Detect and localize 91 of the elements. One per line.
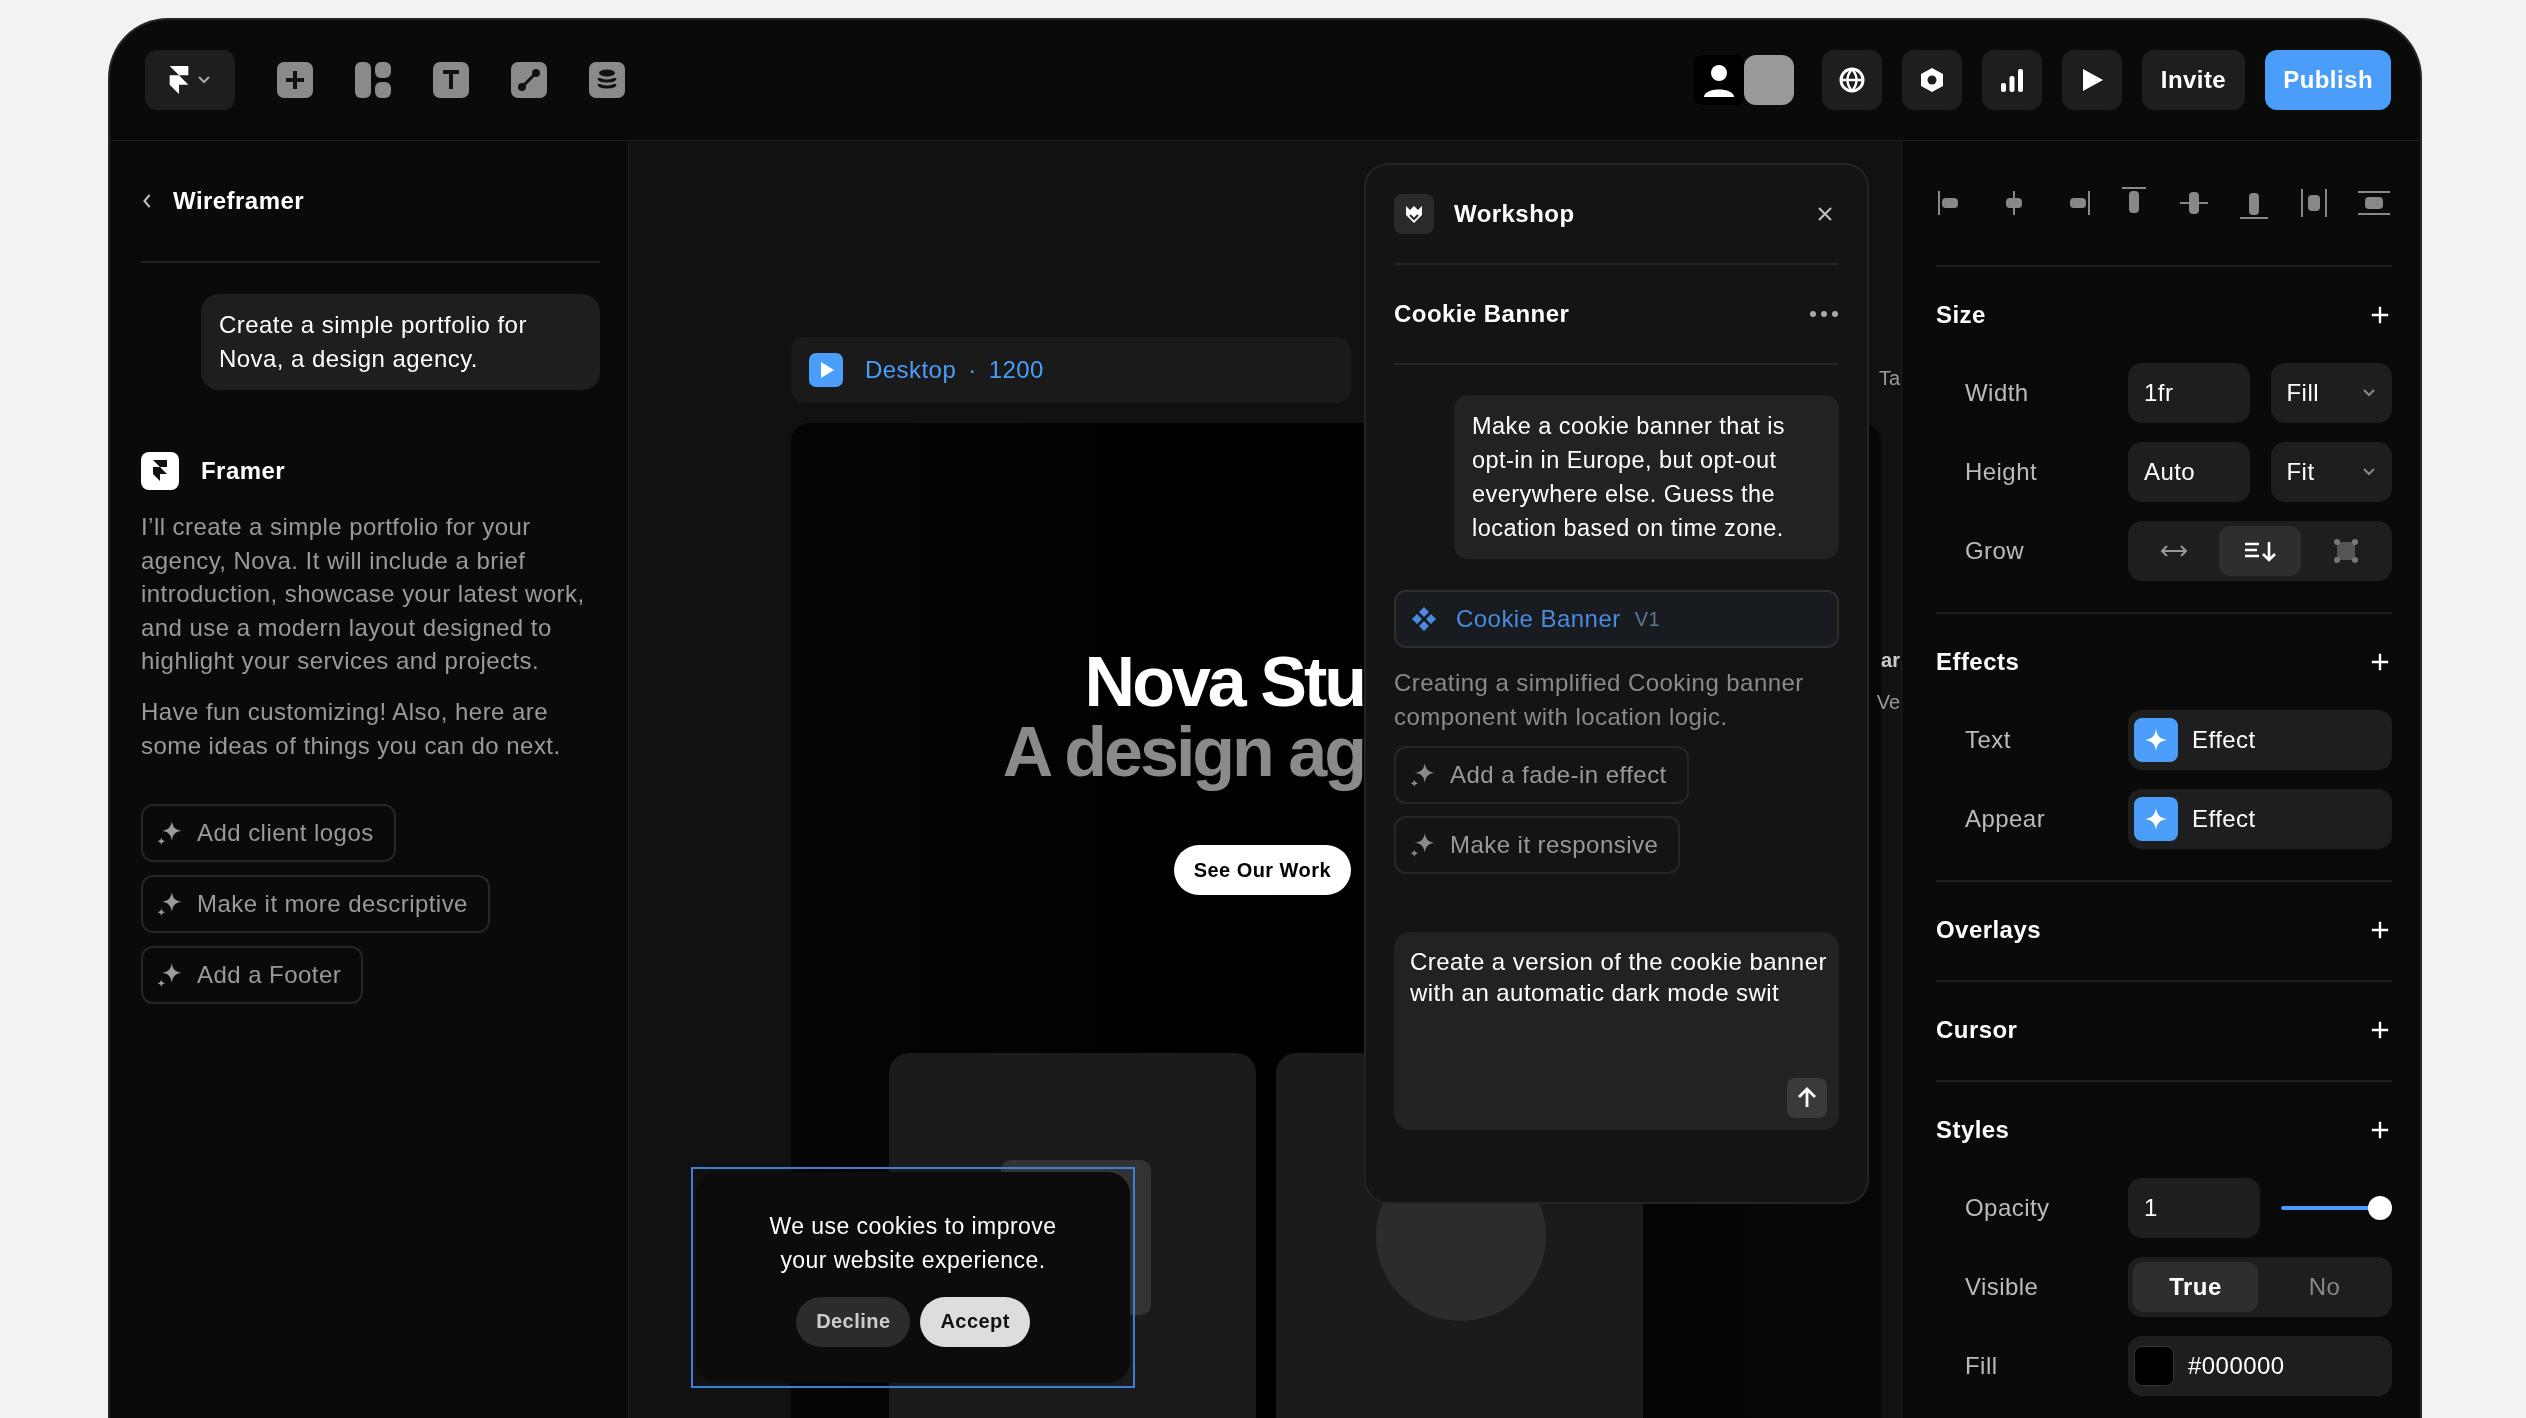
grow-option[interactable] [2219, 526, 2301, 576]
property-label: Visible [1964, 1273, 2040, 1301]
property-label: Opacity [1964, 1194, 2051, 1222]
text-icon[interactable] [433, 62, 469, 98]
select-dropdown[interactable]: Fill [2270, 363, 2392, 423]
see-our-work-button[interactable]: See Our Work [1173, 845, 1351, 895]
chevron-down-icon [2362, 467, 2376, 477]
database-icon[interactable] [589, 62, 625, 98]
add-icon[interactable] [2370, 652, 2390, 672]
segment-option[interactable]: True [2133, 1262, 2258, 1312]
suggestion-chip[interactable]: Make it more descriptive [141, 875, 490, 934]
color-field[interactable]: #000000 [2128, 1336, 2392, 1396]
more-icon[interactable] [1809, 310, 1839, 318]
clipped-label: Ve [1876, 691, 1900, 714]
framer-logo-icon [141, 452, 179, 490]
framer-logo-icon [169, 66, 189, 94]
horizontal-arrows-icon [2159, 543, 2189, 559]
suggestion-chip[interactable]: Add a fade-in effect [1394, 746, 1689, 804]
section-title: Size [1936, 301, 1986, 329]
assistant-message: I’ll create a simple portfolio for your agency, Nova. It will include a brief introduction, showcase your latest work, and use a modern layout designed to highlight your services and projects. [141, 512, 586, 677]
add-icon[interactable] [2370, 1020, 2390, 1040]
component-icon [1410, 605, 1438, 633]
effect-field[interactable]: Effect [2128, 789, 2392, 849]
sparkle-icon [1410, 762, 1436, 788]
decline-button[interactable]: Decline [796, 1296, 911, 1347]
sparkle-icon [2134, 797, 2178, 841]
property-label: Grow [1964, 537, 2026, 565]
section-title: Overlays [1936, 916, 2041, 944]
section-title: Styles [1936, 1116, 2010, 1144]
value-field[interactable]: Auto [2128, 442, 2250, 502]
property-label: Fill [1964, 1352, 1999, 1380]
accept-button[interactable]: Accept [920, 1296, 1030, 1347]
breakpoint-bar[interactable]: Desktop · 1200 [791, 337, 1351, 403]
sparkle-icon [157, 820, 183, 847]
property-label: Appear [1964, 805, 2047, 833]
clipped-label: ar [1881, 649, 1900, 672]
add-icon[interactable] [2370, 920, 2390, 940]
section-title: Effects [1936, 648, 2020, 676]
add-icon[interactable] [2370, 305, 2390, 325]
globe-button[interactable] [1821, 50, 1882, 110]
play-icon [809, 353, 843, 387]
chevron-down-icon [2362, 388, 2376, 398]
effect-field[interactable]: Effect [2128, 710, 2392, 770]
property-label: Text [1964, 726, 2012, 754]
play-button[interactable] [2061, 50, 2122, 110]
user-avatar-icon[interactable] [1693, 55, 1744, 105]
component-title: Cookie Banner [1394, 300, 1570, 328]
section-title: Cursor [1936, 1016, 2018, 1044]
component-version-pill[interactable]: Cookie Banner V1 [1394, 590, 1839, 648]
property-label: Width [1964, 379, 2030, 407]
breakpoint-width: 1200 [988, 356, 1044, 384]
suggestion-chip[interactable]: Add client logos [141, 804, 396, 863]
pen-icon[interactable] [511, 62, 547, 98]
workshop-icon [1394, 194, 1434, 234]
suggestion-chip[interactable]: Make it responsive [1394, 816, 1681, 874]
project-title: Wireframer [173, 187, 304, 215]
hero-title: Nova Stu [1084, 647, 1364, 717]
cookie-banner[interactable]: We use cookies to improve your website experience. Decline Accept [691, 1167, 1135, 1388]
framer-menu-button[interactable] [145, 50, 235, 110]
send-button[interactable] [1787, 1078, 1827, 1118]
user-prompt-bubble: Create a simple portfolio for Nova, a design agency. [201, 294, 600, 390]
assistant-message: Creating a simplified Cooking banner component with location logic. [1394, 668, 1805, 732]
hexagon-button[interactable] [1901, 50, 1962, 110]
clipped-label: Ta [1878, 367, 1900, 390]
select-dropdown[interactable]: Fit [2270, 442, 2392, 502]
segment-option[interactable]: No [2262, 1262, 2387, 1312]
add-icon[interactable] [2370, 1120, 2390, 1140]
corners-icon [2333, 538, 2359, 564]
suggestion-chip[interactable]: Add a Footer [141, 946, 364, 1005]
property-label: Height [1964, 458, 2039, 486]
cookie-message: We use cookies to improve your website experience. [768, 1211, 1058, 1275]
value-field[interactable]: 1fr [2128, 363, 2250, 423]
chevron-down-icon [197, 75, 211, 85]
prompt-input-field[interactable]: Create a version of the cookie banner with an automatic dark mode swit [1394, 932, 1839, 1130]
layout-icon[interactable] [355, 62, 391, 98]
sparkle-icon [2134, 718, 2178, 762]
sort-down-icon [2243, 539, 2277, 563]
slider-thumb[interactable] [2368, 1196, 2392, 1220]
panel-title: Workshop [1454, 200, 1576, 228]
sparkle-icon [157, 891, 183, 918]
avatar-photo-placeholder[interactable] [1743, 55, 1794, 105]
breakpoint-label: Desktop [865, 356, 957, 384]
user-prompt-bubble: Make a cookie banner that is opt-in in Europe, but opt-out everywhere else. Guess the location based on time zone. [1454, 395, 1839, 559]
chart-button[interactable] [1981, 50, 2042, 110]
separator-dot: · [968, 356, 977, 384]
assistant-name: Framer [201, 457, 286, 485]
value-field[interactable]: 1 [2128, 1178, 2260, 1238]
assistant-message: Have fun customizing! Also, here are some ideas of things you can do next. [141, 696, 562, 761]
sparkle-icon [1410, 832, 1436, 858]
sparkle-icon [157, 962, 183, 989]
invite-button[interactable]: Invite [2141, 50, 2246, 110]
